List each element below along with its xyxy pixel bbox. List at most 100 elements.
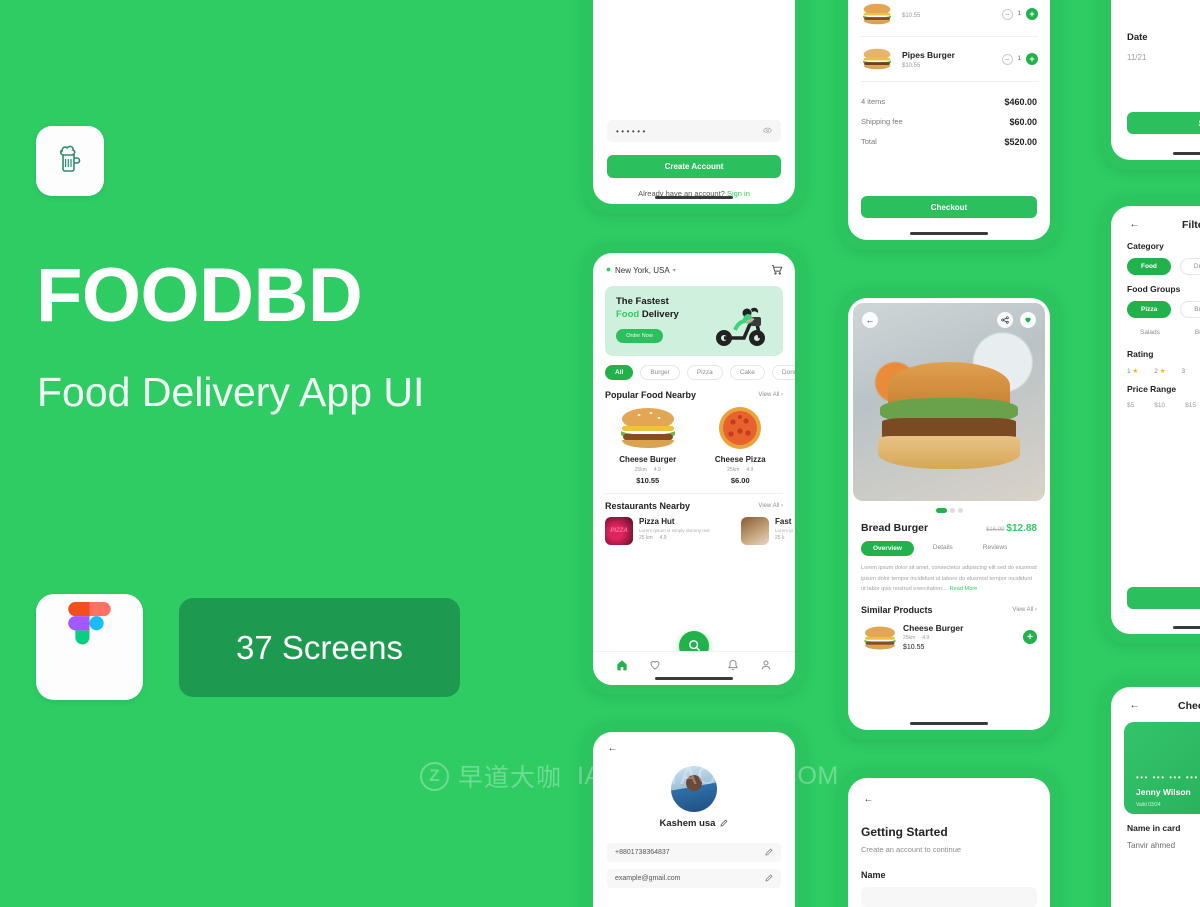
similar-products-title: Similar Products [861, 604, 933, 615]
checkout-label: Checkout [930, 202, 968, 212]
heart-filled-icon[interactable] [1020, 312, 1036, 328]
date-value[interactable]: 11/21 [1111, 43, 1200, 62]
filter-rating-1[interactable]: 2 ★ [1154, 367, 1165, 375]
category-chip-2[interactable]: Pizza [686, 365, 723, 380]
burger-icon [615, 408, 681, 452]
create-account-button[interactable]: Create Account [607, 155, 781, 178]
filter-food-group-0[interactable]: Pizza [1127, 301, 1172, 318]
similar-view-all[interactable]: View All › [1012, 607, 1037, 613]
tab-reviews[interactable]: Reviews [972, 541, 1019, 556]
filter-rating-0[interactable]: 1 ★ [1127, 367, 1138, 375]
filter-rating-2[interactable]: 3 [1182, 368, 1186, 375]
filter-price-0[interactable]: $5 [1127, 402, 1134, 409]
watermark-badge-icon: Z [420, 761, 449, 791]
food-card-0[interactable]: Cheese Burger 25km 4.9 $10.55 [605, 406, 691, 485]
product-description: Lorem ipsum dolor sit amet, consectetur … [848, 556, 1050, 595]
read-more-link[interactable]: Read More [950, 586, 978, 592]
promo-banner[interactable]: The Fastest Food Delivery Order Now [605, 286, 783, 356]
restaurant-desc-1: Lorem ip [775, 527, 793, 533]
increment-button-1[interactable]: + [1026, 53, 1038, 65]
credit-card[interactable]: ••• ••• ••• ••• Jenny Wilson Valid 03/24 [1124, 722, 1200, 814]
category-chip-3[interactable]: Cake [729, 365, 765, 380]
email-field[interactable]: example@gmail.com [607, 869, 781, 888]
food-rating-0: 4.9 [653, 466, 661, 473]
page-subtitle: Food Delivery App UI [37, 369, 425, 415]
rating-value-1: 2 [1154, 368, 1158, 375]
password-value: •••••• [616, 126, 648, 136]
restaurant-row-0[interactable]: PIZZA Pizza Hut Lorem Ipsum is simply du… [605, 516, 733, 545]
checkout-screen: ← Checkout ••• ••• ••• ••• Jenny Wilson … [1111, 687, 1200, 907]
heart-icon[interactable] [649, 659, 661, 673]
summary-row-total: Total $520.00 [848, 132, 1050, 152]
back-arrow-icon[interactable]: ← [861, 792, 876, 807]
phone-mockup-schedule: Date 11/21 Submit [1101, 0, 1200, 170]
phone-field[interactable]: +8801738364837 [607, 843, 781, 862]
restaurants-view-all-label: View All [758, 502, 780, 509]
phone-mockup-product-detail: ← Bread Burger $16.99 $12.88 Overview De… [838, 288, 1060, 740]
product-hero-image: ← [853, 303, 1045, 501]
popular-view-all[interactable]: View All › [758, 392, 783, 398]
restaurant-row-1[interactable]: Fast Lorem ip 25 k [741, 516, 793, 545]
location-label[interactable]: New York, USA [615, 266, 670, 275]
cart-screen: $10.55 − 1 + Pipes Burger $10.55 − 1 + 4… [848, 0, 1050, 240]
food-name-1: Cheese Pizza [714, 455, 766, 464]
back-arrow-icon[interactable]: ← [1127, 217, 1142, 232]
back-arrow-icon[interactable]: ← [605, 741, 620, 756]
summary-row-items: 4 items $460.00 [848, 92, 1050, 112]
getting-started-screen: ← Getting Started Create an account to c… [848, 778, 1050, 907]
person-icon[interactable] [760, 659, 772, 673]
filter-food-group-1[interactable]: Burger [1180, 301, 1200, 318]
name-in-card-value[interactable]: Tanvir ahmed [1111, 833, 1200, 850]
category-chip-row[interactable]: All Burger Pizza Cake Donut [593, 356, 795, 380]
tab-overview[interactable]: Overview [861, 541, 914, 556]
back-arrow-icon[interactable]: ← [862, 312, 878, 328]
cart-item-1[interactable]: Pipes Burger $10.55 − 1 + [848, 37, 1050, 81]
filter-price-1[interactable]: $10 [1154, 402, 1165, 409]
cart-item-0[interactable]: $10.55 − 1 + [848, 0, 1050, 36]
category-chip-4[interactable]: Donut [771, 365, 795, 380]
page-title: FOODBD [36, 253, 363, 338]
category-chip-1[interactable]: Burger [640, 365, 680, 380]
product-tabs[interactable]: Overview Details Reviews [848, 534, 1050, 556]
pencil-icon[interactable] [720, 819, 728, 829]
tab-details[interactable]: Details [922, 541, 964, 556]
increment-button-0[interactable]: + [1026, 8, 1038, 20]
screens-count-badge[interactable]: 37 Screens [179, 598, 460, 697]
food-price-0: $10.55 [636, 475, 660, 485]
summary-label-1: Shipping fee [861, 117, 903, 126]
decrement-button-1[interactable]: − [1001, 53, 1013, 65]
pencil-icon[interactable] [765, 848, 773, 858]
chevron-down-icon[interactable]: ▾ [673, 267, 676, 274]
home-icon[interactable] [616, 659, 628, 673]
decrement-button-0[interactable]: − [1001, 8, 1013, 20]
bell-icon[interactable] [727, 659, 739, 673]
pencil-icon[interactable] [765, 874, 773, 884]
category-chip-0[interactable]: All [605, 365, 634, 380]
order-now-button[interactable]: Order Now [616, 328, 663, 343]
filter-category-0[interactable]: Food [1127, 258, 1171, 275]
add-to-cart-button-0[interactable]: + [1023, 630, 1037, 645]
filter-category-1[interactable]: Drinks [1179, 258, 1200, 275]
phone-mockup-signup: •••••• Create Account Already have an ac… [583, 0, 805, 214]
cart-icon[interactable] [770, 263, 783, 278]
food-card-1[interactable]: Cheese Pizza 25km 4.9 $6.00 [698, 406, 784, 485]
phone-mockup-checkout: ← Checkout ••• ••• ••• ••• Jenny Wilson … [1101, 677, 1200, 907]
home-screen: New York, USA ▾ The Fastest Food Deliver… [593, 253, 795, 685]
avatar[interactable] [671, 766, 717, 812]
name-input[interactable] [861, 887, 1037, 907]
submit-button[interactable]: Submit [1127, 112, 1200, 134]
back-arrow-icon[interactable]: ← [1127, 698, 1142, 713]
similar-product-row-0[interactable]: Cheese Burger 25km 4.9 $10.55 + [848, 615, 1050, 660]
filter-done-button[interactable]: Done [1127, 587, 1200, 609]
restaurants-view-all[interactable]: View All › [758, 503, 783, 509]
checkout-button[interactable]: Checkout [861, 196, 1037, 218]
date-label: Date [1127, 32, 1148, 43]
filter-food-group-2[interactable]: Salads [1127, 325, 1173, 340]
restaurant-desc-0: Lorem Ipsum is simply dummy text [639, 527, 710, 533]
share-icon[interactable] [997, 312, 1013, 328]
burger-icon [860, 1, 894, 27]
filter-food-group-3[interactable]: Breakfast [1181, 325, 1200, 340]
eye-icon[interactable] [763, 126, 772, 137]
password-field[interactable]: •••••• [607, 120, 781, 142]
filter-price-2[interactable]: $15 [1185, 402, 1196, 409]
